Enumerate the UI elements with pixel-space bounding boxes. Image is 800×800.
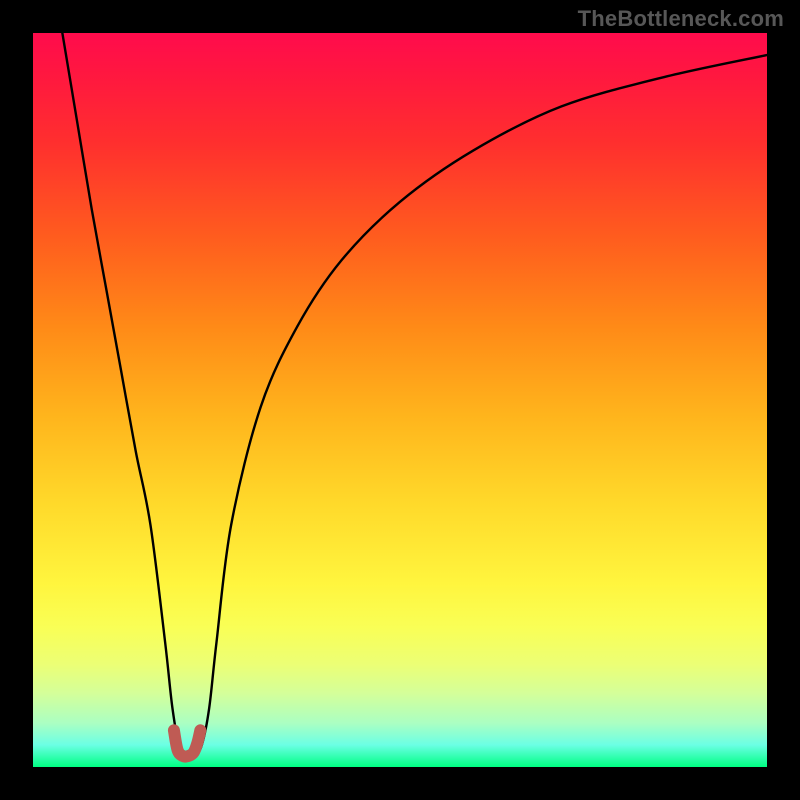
highlight-min-curve	[174, 730, 200, 756]
watermark-text: TheBottleneck.com	[578, 6, 784, 32]
curve-svg	[33, 33, 767, 767]
plot-area	[33, 33, 767, 767]
bottleneck-curve	[62, 33, 767, 757]
chart-frame: TheBottleneck.com	[0, 0, 800, 800]
